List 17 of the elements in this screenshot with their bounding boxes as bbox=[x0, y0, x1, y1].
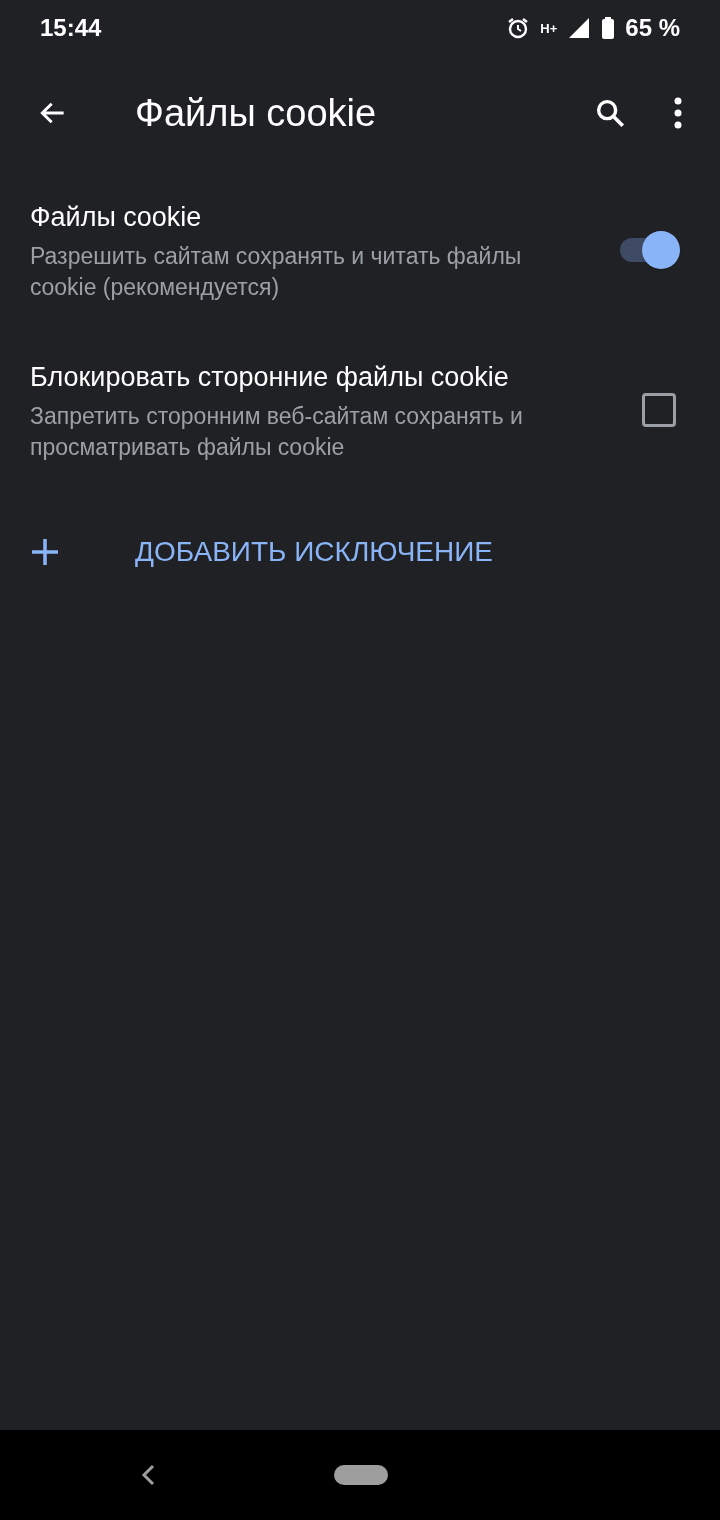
toggle-switch[interactable] bbox=[620, 230, 680, 270]
setting-summary: Запретить сторонним веб-сайтам сохранять и просматривать файлы cookie bbox=[30, 402, 524, 463]
signal-icon bbox=[567, 16, 592, 40]
setting-title: Файлы cookie bbox=[30, 200, 203, 234]
more-options-icon[interactable] bbox=[674, 97, 682, 129]
network-type: H+ bbox=[540, 21, 558, 35]
plus-icon bbox=[30, 537, 60, 567]
back-nav-icon[interactable] bbox=[140, 1464, 156, 1486]
home-pill[interactable] bbox=[334, 1465, 388, 1485]
add-exception-button[interactable]: ДОБАВИТЬ ИСКЛЮЧЕНИЕ bbox=[135, 531, 493, 573]
setting-summary: Разрешить сайтам сохранять и читать файлы cookie (рекомендуется) bbox=[30, 242, 523, 303]
setting-title: Блокировать сторонние файлы cookie bbox=[30, 360, 510, 394]
checkbox[interactable] bbox=[642, 393, 676, 427]
battery-icon bbox=[601, 16, 616, 40]
toolbar-title: Файлы cookie bbox=[135, 90, 378, 136]
battery-percent: 65 % bbox=[625, 13, 680, 43]
clock-time: 15:44 bbox=[40, 13, 103, 43]
